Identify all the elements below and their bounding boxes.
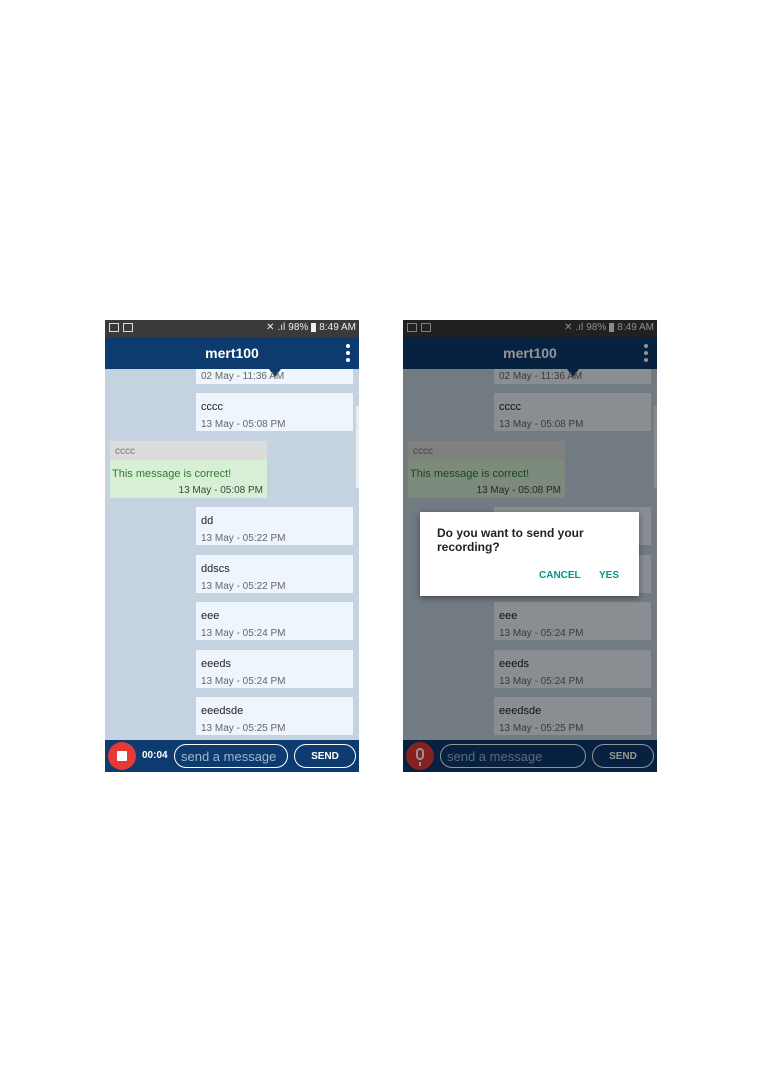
message-time: 13 May - 05:24 PM bbox=[201, 628, 286, 639]
send-button[interactable]: SEND bbox=[294, 744, 356, 768]
status-bar: ✕ .ıl 98% 8:49 AM bbox=[105, 320, 359, 337]
message-time: 13 May - 05:24 PM bbox=[201, 676, 286, 687]
message-bubble[interactable]: eeeds 13 May - 05:24 PM bbox=[196, 650, 353, 688]
message-text: eee bbox=[201, 610, 220, 622]
recording-timer: 00:04 bbox=[142, 750, 168, 761]
mute-icon: ✕ bbox=[266, 322, 275, 333]
message-text: ddscs bbox=[201, 563, 230, 575]
battery-level: 98% bbox=[288, 322, 309, 333]
message-time: 13 May - 05:22 PM bbox=[201, 581, 286, 592]
stop-icon bbox=[117, 751, 127, 761]
message-text: dd bbox=[201, 515, 214, 527]
scrollbar[interactable] bbox=[356, 406, 359, 488]
message-bubble[interactable]: eeedsde 13 May - 05:25 PM bbox=[196, 697, 353, 735]
message-bubble[interactable]: 02 May - 11:36 AM bbox=[196, 369, 353, 384]
message-time: 02 May - 11:36 AM bbox=[201, 371, 285, 382]
app-bar: mert100 bbox=[105, 337, 359, 369]
message-bubble[interactable]: dd 13 May - 05:22 PM bbox=[196, 507, 353, 545]
gallery-notification-icon bbox=[109, 323, 119, 332]
screenshot-notification-icon bbox=[123, 323, 133, 332]
dialog-message: Do you want to send your recording? bbox=[437, 526, 584, 554]
yes-button[interactable]: YES bbox=[599, 570, 619, 581]
phone-screen-dialog: ✕ .ıl 98% 8:49 AM mert100 02 May - 11:36… bbox=[403, 320, 657, 772]
quoted-message: cccc bbox=[110, 441, 267, 460]
send-recording-dialog: Do you want to send your recording? CANC… bbox=[420, 512, 639, 596]
message-bubble[interactable]: eee 13 May - 05:24 PM bbox=[196, 602, 353, 640]
message-bubble[interactable]: cccc 13 May - 05:08 PM bbox=[196, 393, 353, 431]
signal-icon: .ıl bbox=[277, 322, 286, 333]
message-input[interactable] bbox=[174, 744, 288, 768]
battery-icon bbox=[311, 323, 317, 332]
composer-bar: 00:04 SEND bbox=[105, 740, 359, 772]
message-time: 13 May - 05:08 PM bbox=[201, 419, 286, 430]
message-time: 13 May - 05:22 PM bbox=[201, 533, 286, 544]
message-text: This message is correct! bbox=[112, 468, 232, 480]
chat-title: mert100 bbox=[205, 345, 259, 361]
clock: 8:49 AM bbox=[319, 322, 356, 333]
message-text: eeedsde bbox=[201, 705, 244, 717]
cancel-button[interactable]: CANCEL bbox=[539, 570, 581, 581]
message-text: eeeds bbox=[201, 658, 231, 670]
stop-recording-button[interactable] bbox=[108, 742, 136, 770]
message-bubble[interactable]: ddscs 13 May - 05:22 PM bbox=[196, 555, 353, 593]
phone-screen-recording: ✕ .ıl 98% 8:49 AM mert100 02 May - 11:36… bbox=[105, 320, 359, 772]
incoming-message-bubble[interactable]: cccc This message is correct! 13 May - 0… bbox=[110, 441, 267, 498]
message-time: 13 May - 05:08 PM bbox=[178, 485, 263, 496]
message-time: 13 May - 05:25 PM bbox=[201, 723, 286, 734]
message-text: cccc bbox=[201, 401, 223, 413]
overflow-menu-icon[interactable] bbox=[345, 344, 351, 362]
